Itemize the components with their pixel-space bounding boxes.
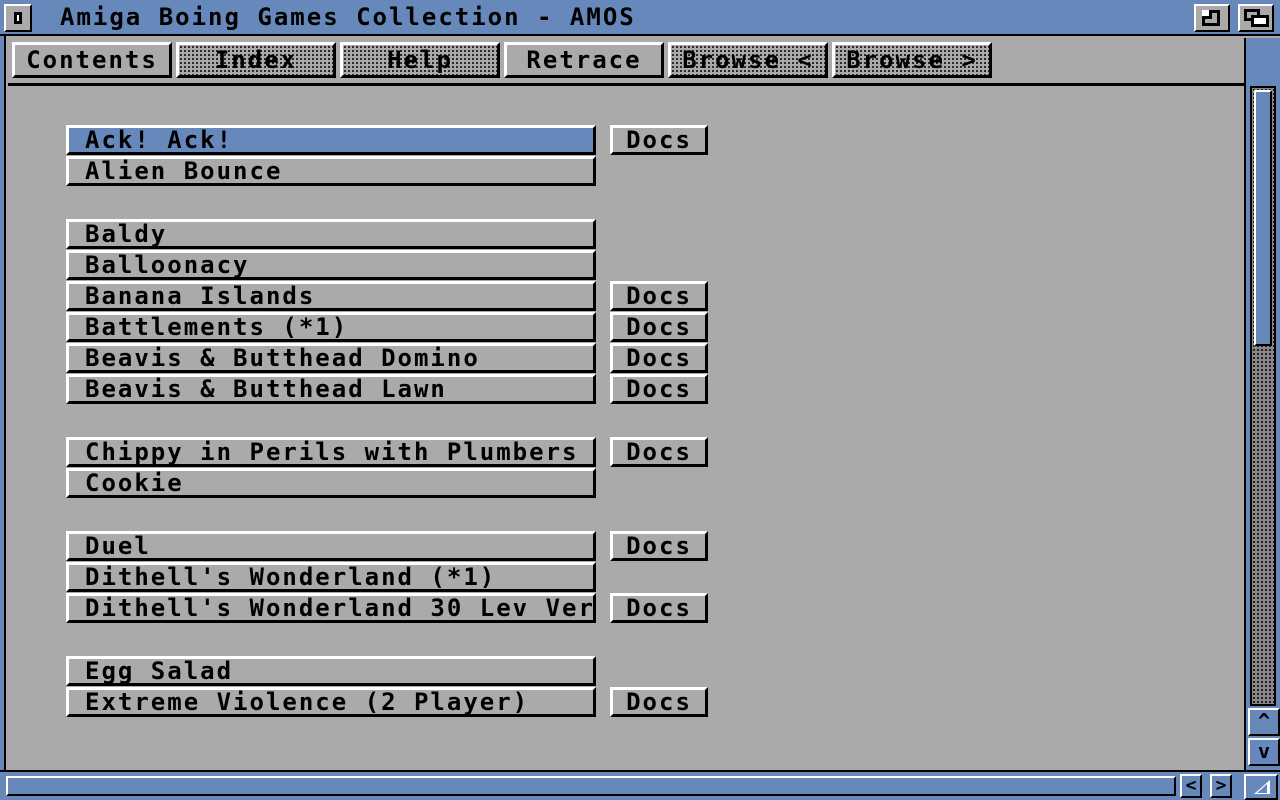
entry-banana-islands[interactable]: Banana Islands <box>66 281 596 311</box>
browse-next-button[interactable]: Browse > <box>832 42 992 78</box>
entry-battlements[interactable]: Battlements (*1) <box>66 312 596 342</box>
entry-dithells-wonderland-30[interactable]: Dithell's Wonderland 30 Lev Ver. <box>66 593 596 623</box>
browse-prev-button[interactable]: Browse < <box>668 42 828 78</box>
entry-dithells-wonderland[interactable]: Dithell's Wonderland (*1) <box>66 562 596 592</box>
entry-egg-salad[interactable]: Egg Salad <box>66 656 596 686</box>
docs-button-ack-ack[interactable]: Docs <box>610 125 708 155</box>
entry-balloonacy[interactable]: Balloonacy <box>66 250 596 280</box>
contents-button[interactable]: Contents <box>12 42 172 78</box>
entry-duel[interactable]: Duel <box>66 531 596 561</box>
docs-button-extreme-violence[interactable]: Docs <box>610 687 708 717</box>
title-bar[interactable]: Amiga Boing Games Collection - AMOS <box>0 0 1280 36</box>
vertical-scroll-track[interactable] <box>1250 86 1276 706</box>
horizontal-scrollbar[interactable]: < > <box>0 770 1280 800</box>
docs-button-battlements[interactable]: Docs <box>610 312 708 342</box>
entry-beavis-butthead-lawn[interactable]: Beavis & Butthead Lawn <box>66 374 596 404</box>
docs-button-beavis-butthead-domino[interactable]: Docs <box>610 343 708 373</box>
entry-baldy[interactable]: Baldy <box>66 219 596 249</box>
horizontal-scroll-knob[interactable] <box>6 776 1176 796</box>
index-button[interactable]: Index <box>176 42 336 78</box>
entry-chippy[interactable]: Chippy in Perils with Plumbers <box>66 437 596 467</box>
docs-button-banana-islands[interactable]: Docs <box>610 281 708 311</box>
scroll-down-arrow-icon[interactable]: v <box>1248 738 1280 766</box>
scroll-right-arrow-icon[interactable]: > <box>1210 774 1232 798</box>
entry-alien-bounce[interactable]: Alien Bounce <box>66 156 596 186</box>
window-title: Amiga Boing Games Collection - AMOS <box>60 3 636 31</box>
entry-beavis-butthead-domino[interactable]: Beavis & Butthead Domino <box>66 343 596 373</box>
close-gadget-icon[interactable] <box>4 4 32 32</box>
guide-toolbar: Contents Index Help Retrace Browse < Bro… <box>8 38 1244 86</box>
scroll-left-arrow-icon[interactable]: < <box>1180 774 1202 798</box>
vertical-scrollbar[interactable]: ^ v <box>1244 38 1280 772</box>
entry-extreme-violence[interactable]: Extreme Violence (2 Player) <box>66 687 596 717</box>
entry-cookie[interactable]: Cookie <box>66 468 596 498</box>
depth-gadget-icon[interactable] <box>1238 4 1274 32</box>
docs-button-chippy[interactable]: Docs <box>610 437 708 467</box>
help-button[interactable]: Help <box>340 42 500 78</box>
vertical-scroll-knob[interactable] <box>1254 90 1272 346</box>
docs-button-beavis-butthead-lawn[interactable]: Docs <box>610 374 708 404</box>
scroll-up-arrow-icon[interactable]: ^ <box>1248 708 1280 736</box>
zoom-gadget-icon[interactable] <box>1194 4 1230 32</box>
docs-button-dithells-wonderland-30[interactable]: Docs <box>610 593 708 623</box>
resize-gadget-icon[interactable] <box>1244 774 1278 800</box>
retrace-button[interactable]: Retrace <box>504 42 664 78</box>
amigaguide-window: Amiga Boing Games Collection - AMOS Cont… <box>0 0 1280 800</box>
guide-content: Ack! Ack! Docs Alien Bounce Baldy Balloo… <box>8 86 1244 770</box>
docs-button-duel[interactable]: Docs <box>610 531 708 561</box>
window-left-border <box>0 36 6 770</box>
entry-ack-ack[interactable]: Ack! Ack! <box>66 125 596 155</box>
